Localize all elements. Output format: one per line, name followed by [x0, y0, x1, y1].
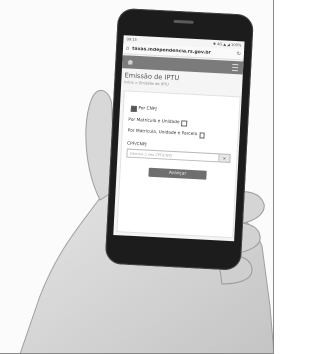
cpf-cnpj-input[interactable]: Informe o seu CPF/CNPJ	[126, 148, 220, 163]
smartphone: 09:15 ✱ 4G ▲ ◢ 100% ⌂ taxas.independenci…	[104, 7, 254, 271]
cpf-cnpj-label: CPF/CNPJ	[126, 141, 147, 148]
form-card: Por CNPJ Por Matrícula e Unidade Por Mat…	[116, 90, 241, 239]
home-icon[interactable]	[127, 59, 133, 64]
phone-screen: 09:15 ✱ 4G ▲ ◢ 100% ⌂ taxas.independenci…	[113, 35, 245, 242]
option-matricula-unidade-parcela[interactable]: Por Matrícula, Unidade e Parcela	[128, 129, 207, 139]
photo-frame: 09:15 ✱ 4G ▲ ◢ 100% ⌂ taxas.independenci…	[0, 0, 274, 354]
option-matricula-unidade-label: Por Matrícula e Unidade	[128, 117, 180, 126]
option-cnpj[interactable]: Por CNPJ	[129, 105, 157, 113]
option-matricula-unidade[interactable]: Por Matrícula e Unidade	[128, 118, 189, 127]
status-time: 09:15	[126, 36, 137, 42]
option-matricula-unidade-parcela-label: Por Matrícula, Unidade e Parcela	[127, 128, 198, 138]
checkbox-matricula-unidade[interactable]	[181, 120, 188, 127]
status-indicators: ✱ 4G ▲ ◢ 100%	[212, 41, 242, 47]
menu-icon[interactable]	[231, 63, 239, 72]
clear-button[interactable]: ×	[219, 153, 231, 163]
checkbox-matricula-unidade-parcela[interactable]	[198, 132, 205, 139]
url-text[interactable]: taxas.independencia.rs.gov.br	[132, 46, 237, 56]
refresh-icon[interactable]: ↻	[237, 51, 242, 57]
checkbox-cnpj[interactable]	[130, 105, 137, 112]
submit-button[interactable]: Avançar	[148, 167, 207, 180]
cpf-cnpj-field-row: Informe o seu CPF/CNPJ ×	[126, 148, 231, 163]
browser-home-icon[interactable]: ⌂	[126, 45, 129, 51]
option-cnpj-label: Por CNPJ	[138, 106, 157, 113]
